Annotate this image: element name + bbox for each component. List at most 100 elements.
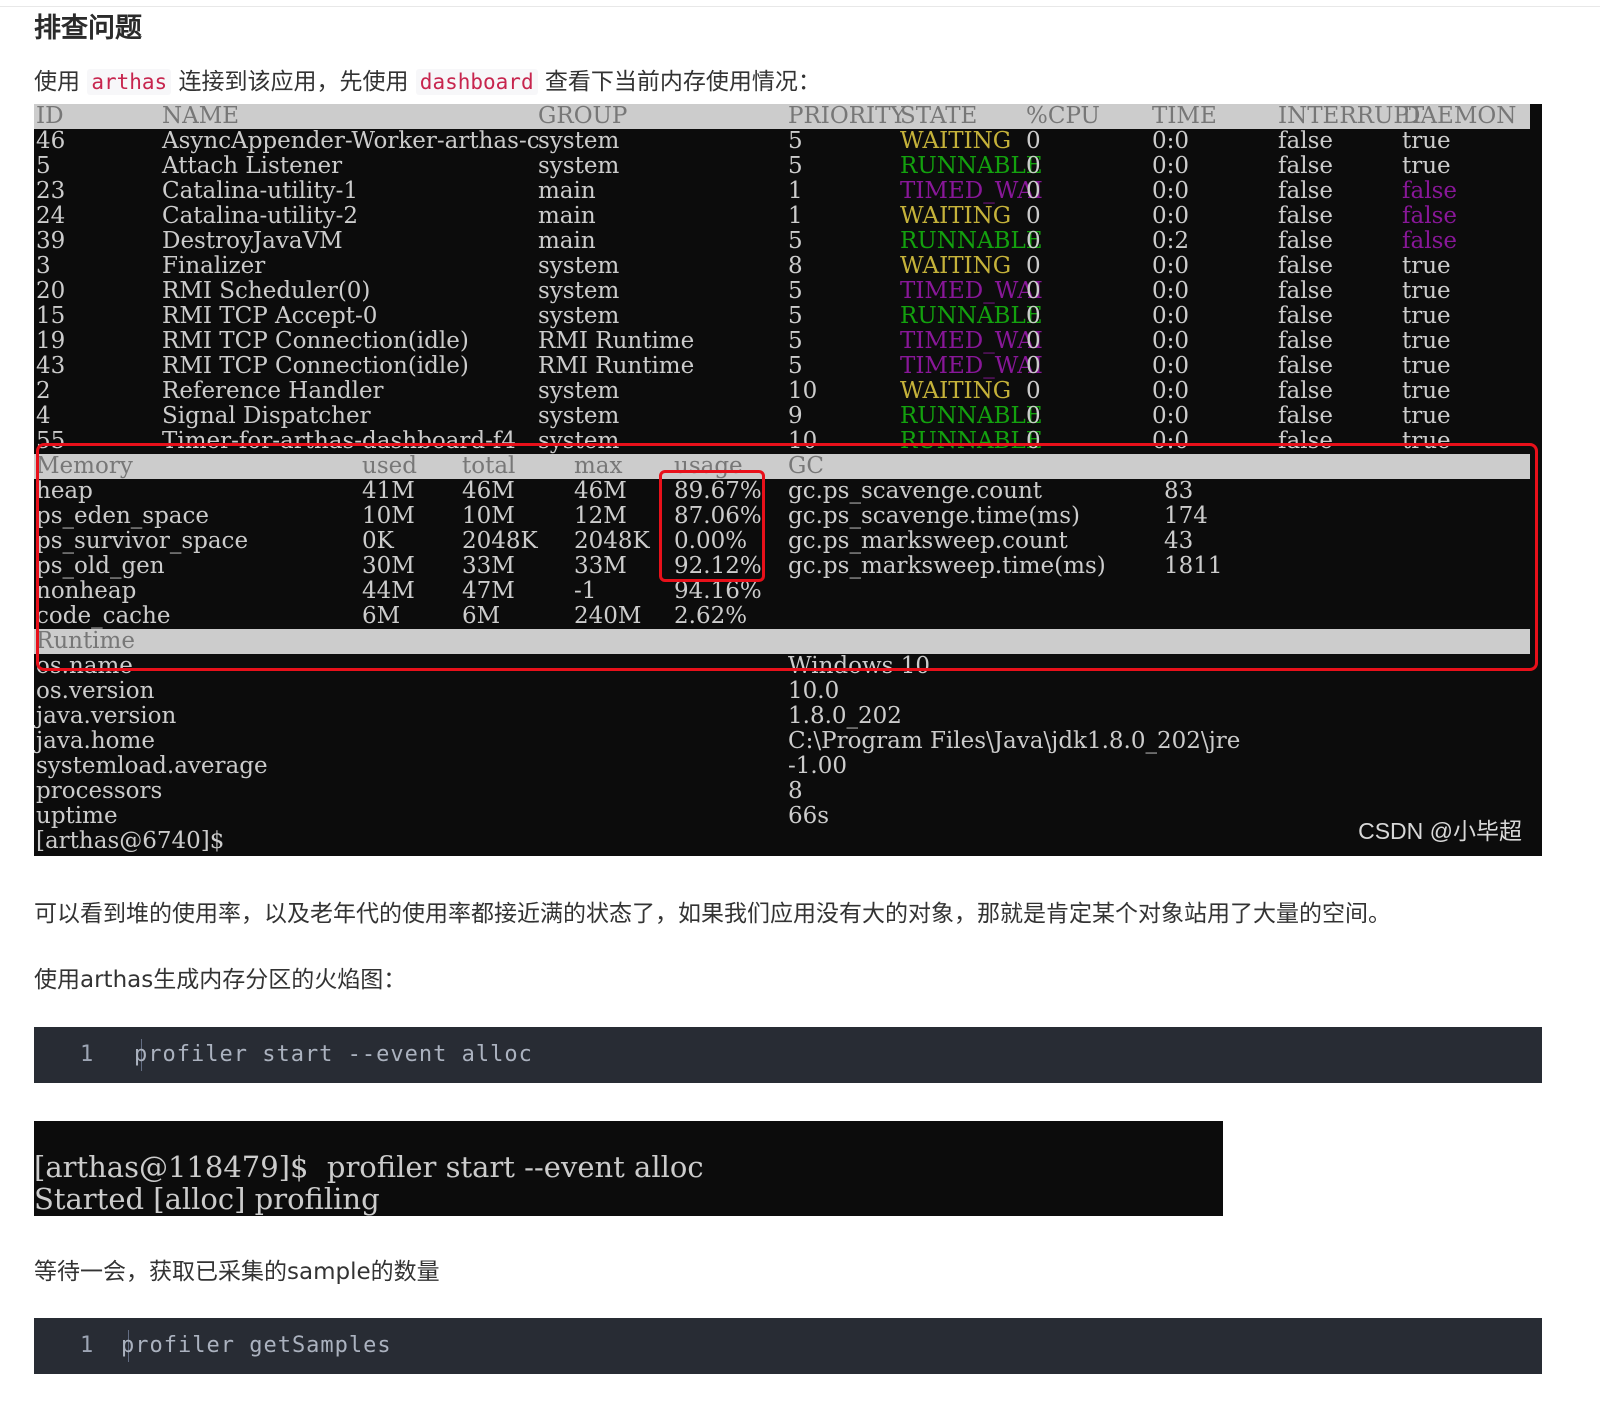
usage-highlight-box bbox=[659, 470, 765, 582]
thread-priority: 5 bbox=[788, 228, 803, 254]
section-title: 排查问题 bbox=[34, 13, 142, 44]
runtime-row: processors 8 bbox=[34, 779, 1530, 804]
code-line: profiler start --event alloc bbox=[134, 1042, 533, 1067]
thread-id: 4 bbox=[36, 403, 51, 429]
thread-state: WAITING bbox=[900, 203, 1012, 229]
thread-priority: 5 bbox=[788, 153, 803, 179]
thread-daemon: true bbox=[1402, 403, 1451, 429]
thread-row: 4 Signal Dispatcher system 9 RUNNABLE 0 0:0 fal… bbox=[34, 404, 1530, 429]
thread-interrupt: false bbox=[1278, 153, 1333, 179]
thread-state: RUNNABLE bbox=[900, 303, 1043, 329]
thread-group: system bbox=[538, 153, 620, 179]
thread-interrupt: false bbox=[1278, 128, 1333, 154]
thread-state: RUNNABLE bbox=[900, 153, 1043, 179]
thread-id: 23 bbox=[36, 178, 66, 204]
thread-group: system bbox=[538, 253, 620, 279]
thread-row: 5 Attach Listener system 5 RUNNABLE 0 0:0 false… bbox=[34, 154, 1530, 179]
thread-id: 15 bbox=[36, 303, 66, 329]
thread-cpu: 0 bbox=[1026, 203, 1041, 229]
runtime-key: uptime bbox=[36, 803, 118, 829]
wait-paragraph: 等待一会，获取已采集的sample的数量 bbox=[34, 1259, 440, 1285]
thread-interrupt: false bbox=[1278, 278, 1333, 304]
code-block-get-samples[interactable]: 1 profiler getSamples bbox=[34, 1318, 1542, 1374]
intro-text-2: 连接到该应用，先使用 bbox=[171, 69, 416, 95]
thread-priority: 10 bbox=[788, 378, 818, 404]
thread-row: 46 AsyncAppender-Worker-arthas-c system 5 WA… bbox=[34, 129, 1530, 154]
thread-interrupt: false bbox=[1278, 203, 1333, 229]
thread-state: WAITING bbox=[900, 128, 1012, 154]
thread-daemon: false bbox=[1402, 228, 1457, 254]
thread-row: 23 Catalina-utility-1 main 1 TIMED_WAI 0 0:0 fa… bbox=[34, 179, 1530, 204]
intro-paragraph: 使用 arthas 连接到该应用，先使用 dashboard 查看下当前内存使用… bbox=[34, 64, 821, 100]
thread-row: 24 Catalina-utility-2 main 1 WAITING 0 0:0 fals… bbox=[34, 204, 1530, 229]
thread-id: 43 bbox=[36, 353, 66, 379]
thread-row: 19 RMI TCP Connection(idle) RMI Runtime 5 TI… bbox=[34, 329, 1530, 354]
thread-daemon: false bbox=[1402, 203, 1457, 229]
thread-row: 43 RMI TCP Connection(idle) RMI Runtime 5 TI… bbox=[34, 354, 1530, 379]
thread-daemon: true bbox=[1402, 128, 1451, 154]
thread-state: RUNNABLE bbox=[900, 403, 1043, 429]
thread-time: 0:0 bbox=[1152, 403, 1190, 429]
thread-priority: 5 bbox=[788, 128, 803, 154]
thread-state: TIMED_WAI bbox=[900, 328, 1043, 354]
thread-row: 20 RMI Scheduler(0) system 5 TIMED_WAI 0 0:0 fa… bbox=[34, 279, 1530, 304]
thread-id: 20 bbox=[36, 278, 66, 304]
thread-header-time: TIME bbox=[1152, 104, 1217, 129]
thread-priority: 5 bbox=[788, 328, 803, 354]
thread-daemon: false bbox=[1402, 178, 1457, 204]
thread-group: system bbox=[538, 378, 620, 404]
thread-row: 3 Finalizer system 8 WAITING 0 0:0 false true bbox=[34, 254, 1530, 279]
flamegraph-paragraph: 使用arthas生成内存分区的火焰图： bbox=[34, 967, 407, 993]
thread-id: 39 bbox=[36, 228, 66, 254]
top-divider bbox=[0, 6, 1600, 7]
thread-id: 2 bbox=[36, 378, 51, 404]
thread-cpu: 0 bbox=[1026, 253, 1041, 279]
inline-code-dashboard: dashboard bbox=[415, 69, 538, 95]
profiler-terminal-screenshot: [arthas@118479]$ profiler start --event … bbox=[34, 1121, 1223, 1216]
thread-cpu: 0 bbox=[1026, 353, 1041, 379]
runtime-row: uptime 66s bbox=[34, 804, 1530, 829]
runtime-key: os.version bbox=[36, 678, 155, 704]
terminal-line-command: [arthas@118479]$ profiler start --event … bbox=[34, 1150, 704, 1184]
thread-interrupt: false bbox=[1278, 178, 1333, 204]
runtime-value: 10.0 bbox=[788, 678, 840, 704]
runtime-value: 8 bbox=[788, 778, 803, 804]
thread-time: 0:0 bbox=[1152, 253, 1190, 279]
thread-time: 0:0 bbox=[1152, 153, 1190, 179]
thread-group: RMI Runtime bbox=[538, 353, 695, 379]
thread-time: 0:0 bbox=[1152, 378, 1190, 404]
thread-interrupt: false bbox=[1278, 403, 1333, 429]
runtime-value: C:\Program Files\Java\jdk1.8.0_202\jre bbox=[788, 728, 1241, 754]
code-block-profiler-start[interactable]: 1 profiler start --event alloc bbox=[34, 1027, 1542, 1083]
thread-state: RUNNABLE bbox=[900, 228, 1043, 254]
thread-group: system bbox=[538, 128, 620, 154]
thread-name: Catalina-utility-1 bbox=[162, 178, 359, 204]
thread-name: AsyncAppender-Worker-arthas-c bbox=[162, 128, 540, 154]
terminal-line-output: Started [alloc] profiling bbox=[34, 1182, 380, 1216]
thread-header-id: ID bbox=[36, 104, 64, 129]
runtime-key: processors bbox=[36, 778, 163, 804]
thread-cpu: 0 bbox=[1026, 403, 1041, 429]
thread-header-daemon: DAEMON bbox=[1402, 104, 1517, 129]
thread-row: 2 Reference Handler system 10 WAITING 0 0:0 fal… bbox=[34, 379, 1530, 404]
thread-time: 0:0 bbox=[1152, 178, 1190, 204]
thread-cpu: 0 bbox=[1026, 228, 1041, 254]
thread-header-cpu: %CPU bbox=[1026, 104, 1100, 129]
thread-header-name: NAME bbox=[162, 104, 240, 129]
line-number: 1 bbox=[80, 1333, 94, 1358]
thread-cpu: 0 bbox=[1026, 153, 1041, 179]
thread-header-group: GROUP bbox=[538, 104, 628, 129]
thread-priority: 9 bbox=[788, 403, 803, 429]
thread-time: 0:0 bbox=[1152, 303, 1190, 329]
thread-group: main bbox=[538, 178, 596, 204]
thread-table-header: ID NAME GROUP PRIORITY STATE %CPU TIME INTERRUP… bbox=[34, 104, 1530, 129]
thread-group: system bbox=[538, 278, 620, 304]
thread-state: WAITING bbox=[900, 378, 1012, 404]
thread-priority: 5 bbox=[788, 353, 803, 379]
memory-highlight-box bbox=[36, 443, 1538, 671]
thread-state: TIMED_WAI bbox=[900, 178, 1043, 204]
thread-interrupt: false bbox=[1278, 353, 1333, 379]
runtime-row: java.version 1.8.0_202 bbox=[34, 704, 1530, 729]
thread-id: 24 bbox=[36, 203, 66, 229]
thread-time: 0:0 bbox=[1152, 278, 1190, 304]
